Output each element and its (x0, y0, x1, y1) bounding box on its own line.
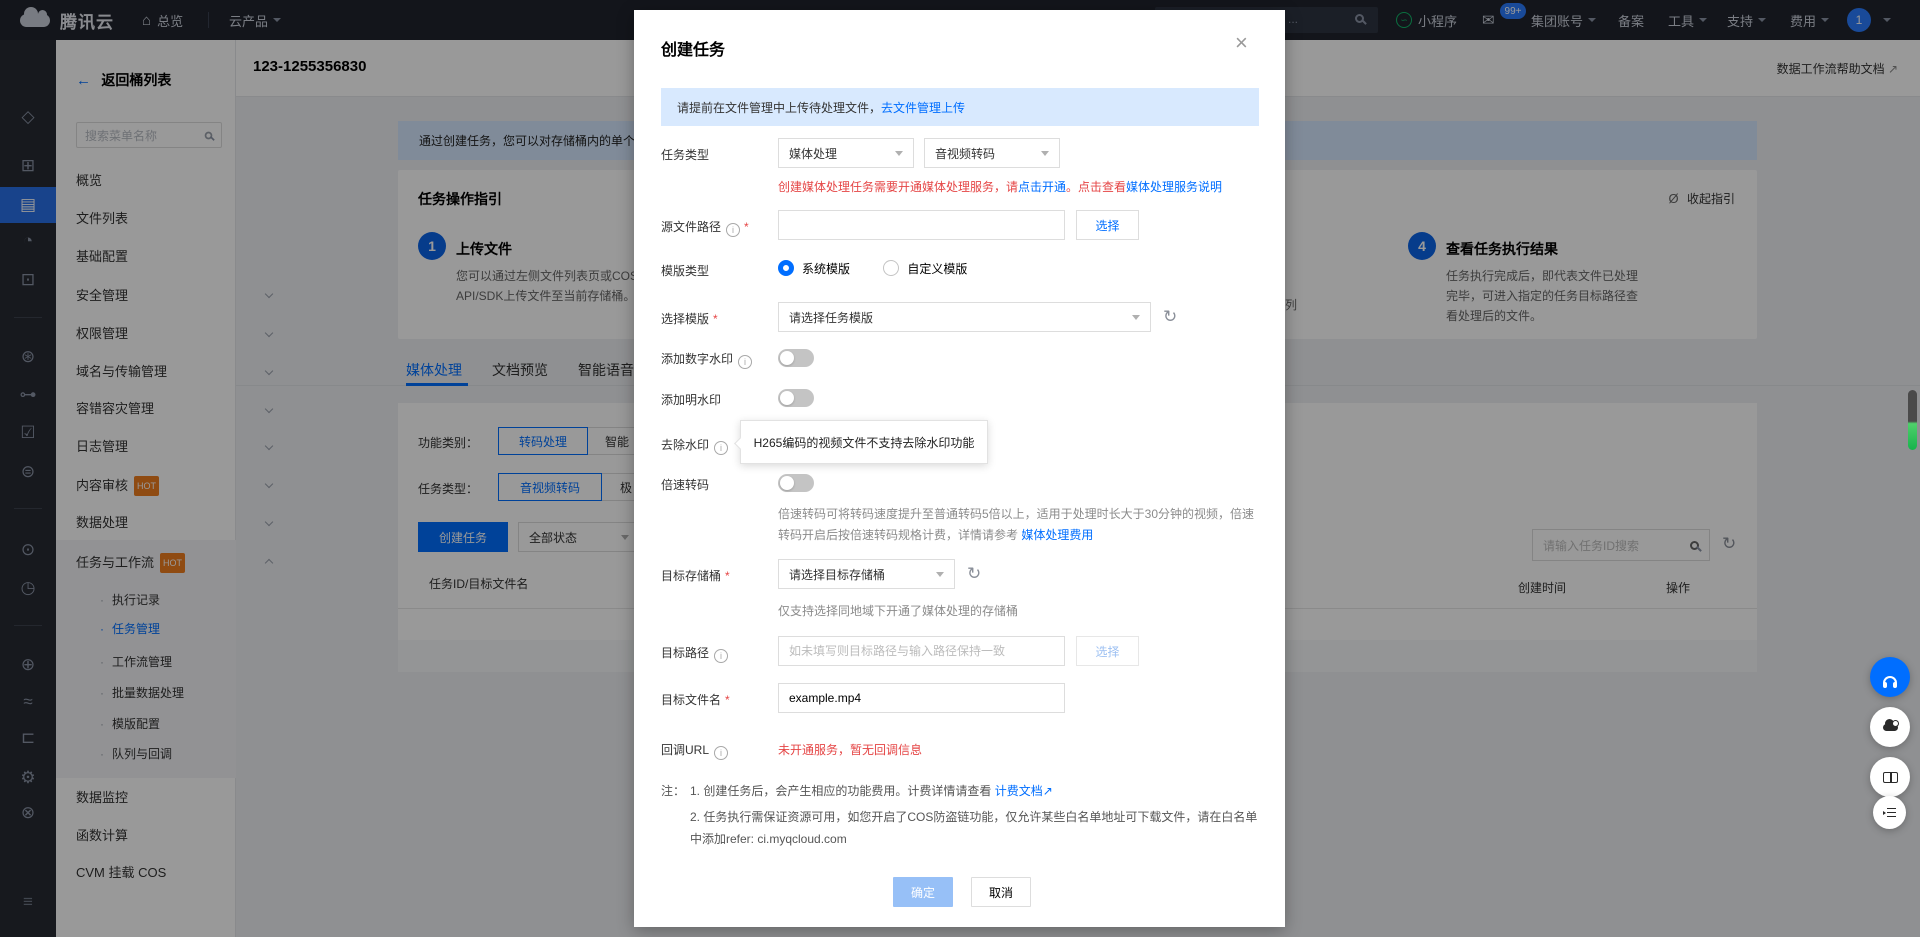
customer-service-button[interactable] (1870, 657, 1910, 697)
media-fee-link[interactable]: 媒体处理费用 (1021, 528, 1093, 542)
note-2-line2: 中添加refer: ci.myqcloud.com (690, 830, 847, 847)
refresh-template-icon[interactable]: ↻ (1163, 307, 1177, 327)
media-service-warning: 创建媒体处理任务需要开通媒体处理服务，请点击开通。点击查看媒体处理服务说明 (778, 178, 1222, 195)
speed-transcode-desc: 倍速转码可将转码速度提升至普通转码5倍以上，适用于处理时长大于30分钟的视频，倍… (778, 504, 1262, 546)
scrollbar-thumb[interactable] (1908, 390, 1917, 450)
target-path-label: 目标路径i (661, 644, 728, 663)
info-icon[interactable]: i (714, 441, 728, 455)
task-type-select-1[interactable]: 媒体处理 (778, 138, 914, 168)
chevron-down-icon (936, 572, 944, 577)
required-mark: * (713, 312, 718, 326)
service-doc-link[interactable]: 媒体处理服务说明 (1126, 180, 1222, 194)
note-1: 1. 创建任务后，会产生相应的功能费用。计费详情请查看 计费文档↗ (690, 782, 1053, 799)
template-select[interactable]: 请选择任务模版 (778, 302, 1151, 332)
task-type-label: 任务类型 (661, 146, 709, 163)
confirm-button[interactable]: 确定 (893, 877, 953, 907)
chevron-down-icon (1041, 151, 1049, 156)
feedback-list-icon (1883, 808, 1896, 818)
note-2-line1: 2. 任务执行需保证资源可用，如您开启了COS防盗链功能，仅允许某些白名单地址可… (690, 808, 1258, 825)
source-path-input[interactable] (778, 210, 1065, 240)
callback-url-label: 回调URLi (661, 741, 728, 760)
chevron-down-icon (895, 151, 903, 156)
radio-custom-template[interactable] (883, 260, 899, 276)
refresh-bucket-icon[interactable]: ↻ (967, 564, 981, 584)
close-icon[interactable]: × (1235, 30, 1248, 56)
modal-title: 创建任务 (661, 36, 725, 60)
speed-transcode-toggle[interactable] (778, 474, 814, 492)
task-type-select-2[interactable]: 音视频转码 (924, 138, 1060, 168)
remove-watermark-label: 去除水印i (661, 436, 728, 455)
select-template-label: 选择模版* (661, 310, 718, 327)
info-icon[interactable]: i (714, 649, 728, 663)
speed-transcode-label: 倍速转码 (661, 476, 709, 493)
visible-watermark-toggle[interactable] (778, 389, 814, 407)
callback-error-text: 未开通服务，暂无回调信息 (778, 741, 922, 758)
template-type-label: 模版类型 (661, 262, 709, 279)
app-root: 腾讯云 ⌂ 总览 云产品 ... ∽ 小程序 ✉ 99+ 集团账号 备案 工具 (0, 0, 1920, 937)
required-mark: * (725, 693, 730, 707)
target-bucket-note: 仅支持选择同地域下开通了媒体处理的存储桶 (778, 602, 1018, 619)
chevron-down-icon (1132, 315, 1140, 320)
source-path-select-button[interactable]: 选择 (1076, 210, 1139, 240)
source-path-label: 源文件路径i* (661, 218, 749, 237)
info-icon[interactable]: i (738, 355, 752, 369)
cancel-button[interactable]: 取消 (971, 877, 1031, 907)
info-icon[interactable]: i (726, 223, 740, 237)
digital-watermark-toggle[interactable] (778, 349, 814, 367)
remove-watermark-tooltip: H265编码的视频文件不支持去除水印功能 (740, 420, 988, 464)
modal-info-banner: 请提前在文件管理中上传待处理文件， 去文件管理上传 (661, 88, 1259, 126)
radio-system-template[interactable] (778, 260, 794, 276)
notes-prefix: 注： (661, 782, 685, 799)
required-mark: * (725, 569, 730, 583)
target-path-input[interactable] (778, 636, 1065, 666)
cloud-bell-icon (1883, 724, 1898, 731)
billing-doc-link[interactable]: 计费文档 (995, 784, 1043, 798)
template-type-radios: 系统模版 自定义模版 (778, 260, 967, 277)
book-icon (1883, 772, 1898, 783)
activate-link[interactable]: 点击开通 (1018, 180, 1066, 194)
go-upload-link[interactable]: 去文件管理上传 (881, 99, 965, 116)
feedback-button[interactable] (1873, 796, 1906, 829)
digital-watermark-label: 添加数字水印i (661, 350, 752, 369)
create-task-modal: 创建任务 × 请提前在文件管理中上传待处理文件， 去文件管理上传 任务类型 媒体… (634, 10, 1285, 927)
headset-icon (1883, 676, 1897, 684)
docs-button[interactable] (1870, 757, 1910, 797)
target-bucket-select[interactable]: 请选择目标存储桶 (778, 559, 955, 589)
info-icon[interactable]: i (714, 746, 728, 760)
target-path-select-button[interactable]: 选择 (1076, 636, 1139, 666)
external-link-icon: ↗ (1043, 784, 1053, 798)
required-mark: * (744, 220, 749, 234)
target-filename-label: 目标文件名* (661, 691, 730, 708)
target-bucket-label: 目标存储桶* (661, 567, 730, 584)
target-filename-input[interactable] (778, 683, 1065, 713)
cloud-assistant-button[interactable] (1870, 707, 1910, 747)
visible-watermark-label: 添加明水印 (661, 391, 721, 408)
